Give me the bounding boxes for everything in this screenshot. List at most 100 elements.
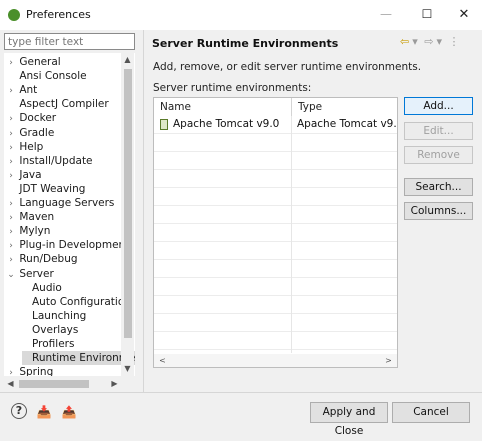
- chevron-right-icon[interactable]: ›: [6, 169, 16, 183]
- table-row[interactable]: [154, 332, 397, 350]
- chevron-right-icon[interactable]: ›: [6, 225, 16, 239]
- chevron-right-icon[interactable]: ›: [6, 127, 16, 141]
- scroll-down-arrow-icon[interactable]: ▼: [121, 362, 134, 375]
- table-row[interactable]: Apache Tomcat v9.0 Apache Tomcat v9.0: [154, 116, 397, 134]
- edit-button[interactable]: Edit...: [404, 122, 473, 140]
- tree-vertical-scrollbar[interactable]: ▲ ▼: [121, 53, 134, 376]
- tree-item-label: Launching: [32, 309, 87, 322]
- scroll-right-arrow-icon[interactable]: ▶: [108, 377, 121, 390]
- tree-item[interactable]: › Language Servers: [6, 196, 135, 210]
- export-icon[interactable]: 📤: [60, 405, 78, 419]
- chevron-down-icon[interactable]: ⌄: [6, 268, 16, 282]
- table-row[interactable]: [154, 152, 397, 170]
- tree-item[interactable]: › Mylyn: [6, 224, 135, 238]
- table-row[interactable]: [154, 134, 397, 152]
- table-row[interactable]: [154, 260, 397, 278]
- column-header-name[interactable]: Name: [154, 98, 292, 116]
- tree-item-label: General: [19, 56, 61, 68]
- filter-input[interactable]: [4, 33, 135, 50]
- table-row[interactable]: [154, 296, 397, 314]
- tree-scroll-thumb[interactable]: [124, 69, 132, 338]
- table-row[interactable]: [154, 278, 397, 296]
- tree-item[interactable]: › Run/Debug: [6, 252, 135, 266]
- table-row[interactable]: [154, 224, 397, 242]
- tree-hscroll-thumb[interactable]: [19, 380, 89, 388]
- tree-item[interactable]: Auto Configuration: [22, 295, 135, 309]
- table-scroll-left-icon[interactable]: <: [156, 354, 169, 367]
- search-button[interactable]: Search...: [404, 178, 473, 196]
- tree-item-label: AspectJ Compiler: [19, 98, 109, 111]
- history-nav: ⇦ ▾ ⇨ ▾ ⋮: [400, 35, 463, 48]
- sash-divider[interactable]: [143, 30, 144, 392]
- panel-description: Add, remove, or edit server runtime envi…: [153, 61, 422, 73]
- view-menu-icon[interactable]: ⋮: [449, 35, 460, 48]
- tree-item[interactable]: Ansi Console: [6, 69, 135, 83]
- cell-name: Apache Tomcat v9.0: [173, 118, 280, 130]
- close-button[interactable]: ✕: [446, 0, 482, 30]
- import-icon[interactable]: 📥: [35, 405, 53, 419]
- chevron-right-icon[interactable]: ›: [6, 141, 16, 155]
- tree-item-label: Audio: [32, 281, 62, 294]
- table-row[interactable]: [154, 206, 397, 224]
- tree-item[interactable]: › Help: [6, 140, 135, 154]
- tree-item-label: Docker: [19, 112, 57, 125]
- tree-item-label: Server: [19, 267, 54, 280]
- tree-item[interactable]: › General: [6, 55, 135, 69]
- help-icon[interactable]: ?: [11, 403, 27, 419]
- tree-item[interactable]: Audio: [22, 281, 135, 295]
- chevron-right-icon[interactable]: ›: [6, 239, 16, 253]
- tree-horizontal-scrollbar[interactable]: ◀ ▶: [4, 377, 121, 390]
- remove-button[interactable]: Remove: [404, 146, 473, 164]
- tree-item[interactable]: ⌄ Server: [6, 267, 135, 281]
- tree-item-label: Auto Configuration: [32, 295, 131, 308]
- table-row[interactable]: [154, 188, 397, 206]
- tree-item[interactable]: › Gradle: [6, 126, 135, 140]
- maximize-button[interactable]: ☐: [409, 0, 445, 30]
- table-row[interactable]: [154, 242, 397, 260]
- column-divider: [291, 116, 292, 353]
- tree-item[interactable]: Profilers: [22, 337, 135, 351]
- tree-item[interactable]: › Java: [6, 168, 135, 182]
- back-arrow-icon[interactable]: ⇦: [400, 35, 409, 48]
- apply-and-close-button[interactable]: Apply and Close: [310, 402, 388, 437]
- minimize-button[interactable]: —: [368, 0, 404, 30]
- columns-button[interactable]: Columns...: [404, 202, 473, 220]
- add-button[interactable]: Add...: [404, 97, 473, 115]
- chevron-right-icon[interactable]: ›: [6, 211, 16, 225]
- tree-item[interactable]: AspectJ Compiler: [6, 97, 135, 111]
- runtime-table[interactable]: Name Type Apache Tomcat v9.0 Apache Tomca…: [153, 97, 398, 368]
- scroll-left-arrow-icon[interactable]: ◀: [4, 377, 17, 390]
- chevron-right-icon[interactable]: ›: [6, 366, 16, 376]
- chevron-right-icon[interactable]: ›: [6, 84, 16, 98]
- table-scroll-right-icon[interactable]: >: [382, 354, 395, 367]
- table-horizontal-scrollbar[interactable]: < >: [154, 354, 397, 367]
- tree-item[interactable]: › Plug-in Development: [6, 238, 135, 252]
- tree-item-label: Spring: [19, 366, 54, 376]
- preferences-window: Preferences — ☐ ✕ › General Ansi Console…: [0, 0, 482, 437]
- tree-item[interactable]: › Install/Update: [6, 154, 135, 168]
- back-dropdown-icon[interactable]: ▾: [412, 35, 418, 48]
- tree-item[interactable]: › Ant: [6, 83, 135, 97]
- chevron-right-icon[interactable]: ›: [6, 155, 16, 169]
- tree-item[interactable]: Overlays: [22, 323, 135, 337]
- server-runtime-icon: [160, 119, 168, 130]
- tree-item-label: Ant: [19, 84, 38, 97]
- forward-dropdown-icon[interactable]: ▾: [436, 35, 442, 48]
- tree-item[interactable]: › Docker: [6, 111, 135, 125]
- scroll-up-arrow-icon[interactable]: ▲: [121, 53, 134, 66]
- tree-item[interactable]: › Spring: [6, 365, 135, 376]
- table-row[interactable]: [154, 170, 397, 188]
- tree-item[interactable]: Launching: [22, 309, 135, 323]
- chevron-right-icon[interactable]: ›: [6, 253, 16, 267]
- chevron-right-icon[interactable]: ›: [6, 197, 16, 211]
- tree-item[interactable]: › Maven: [6, 210, 135, 224]
- chevron-right-icon[interactable]: ›: [6, 112, 16, 126]
- cancel-button[interactable]: Cancel: [392, 402, 470, 423]
- tree-item-label: Install/Update: [19, 154, 93, 167]
- tree-item[interactable]: Runtime Environmen: [22, 351, 135, 366]
- table-row[interactable]: [154, 314, 397, 332]
- chevron-right-icon[interactable]: ›: [6, 56, 16, 70]
- forward-arrow-icon[interactable]: ⇨: [424, 35, 433, 48]
- tree-item[interactable]: JDT Weaving: [6, 182, 135, 196]
- column-header-type[interactable]: Type: [292, 98, 397, 116]
